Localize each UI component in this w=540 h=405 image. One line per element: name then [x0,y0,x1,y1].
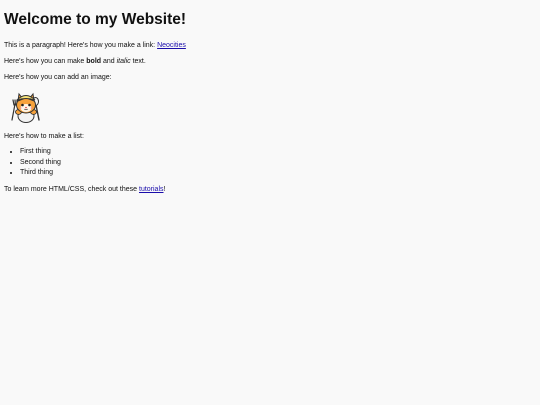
formatting-before-text: Here's how you can make [4,58,87,66]
list-item: Third thing [20,169,536,178]
page-title: Welcome to my Website! [4,11,187,28]
formatting-after-text: text. [130,58,146,66]
learn-more-before-text: To learn more HTML/CSS, check out these [4,185,139,193]
neocities-cat-mascot-icon [5,90,47,126]
example-list: First thing Second thing Third thing [4,148,536,177]
bold-text: bold [86,58,102,66]
formatting-middle-text: and [101,58,117,66]
paragraph-learn-more: To learn more HTML/CSS, check out these … [4,186,536,195]
list-item: Second thing [20,159,536,168]
tutorials-link[interactable]: tutorials [139,186,164,193]
paragraph-formatting: Here's how you can make bold and italic … [4,58,536,67]
paragraph-link-intro: This is a paragraph! Here's how you make… [4,42,536,51]
learn-more-after-text: ! [163,185,166,193]
page-content: Welcome to my Website! This is a paragra… [0,0,540,194]
paragraph-list-intro: Here's how to make a list: [4,132,84,140]
paragraph-image-intro: Here's how you can add an image: [4,73,112,81]
italic-text: italic [116,58,131,66]
neocities-link[interactable]: Neocities [157,42,186,49]
paragraph-link-text: This is a paragraph! Here's how you make… [4,42,158,50]
list-item: First thing [20,148,536,157]
